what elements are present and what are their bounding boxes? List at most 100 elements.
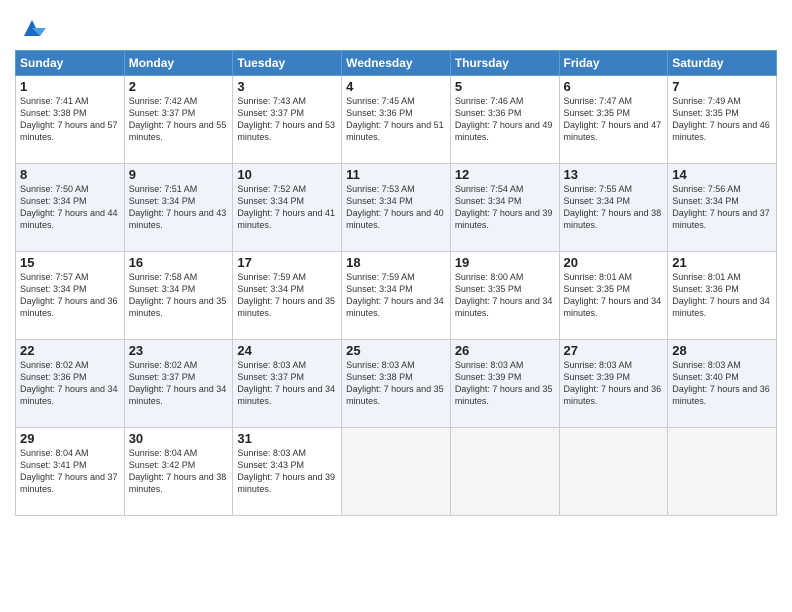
day-info: Sunrise: 7:43 AMSunset: 3:37 PMDaylight:… [237,95,337,144]
day-info: Sunrise: 8:03 AMSunset: 3:37 PMDaylight:… [237,359,337,408]
day-number: 28 [672,343,772,358]
day-info: Sunrise: 7:59 AMSunset: 3:34 PMDaylight:… [346,271,446,320]
day-number: 16 [129,255,229,270]
day-info: Sunrise: 8:03 AMSunset: 3:40 PMDaylight:… [672,359,772,408]
calendar-day-cell: 1Sunrise: 7:41 AMSunset: 3:38 PMDaylight… [16,76,125,164]
day-info: Sunrise: 8:01 AMSunset: 3:35 PMDaylight:… [564,271,664,320]
calendar-day-cell: 24Sunrise: 8:03 AMSunset: 3:37 PMDayligh… [233,340,342,428]
day-info: Sunrise: 7:53 AMSunset: 3:34 PMDaylight:… [346,183,446,232]
calendar-day-cell: 8Sunrise: 7:50 AMSunset: 3:34 PMDaylight… [16,164,125,252]
day-info: Sunrise: 7:52 AMSunset: 3:34 PMDaylight:… [237,183,337,232]
day-number: 12 [455,167,555,182]
day-info: Sunrise: 7:47 AMSunset: 3:35 PMDaylight:… [564,95,664,144]
calendar-day-cell: 22Sunrise: 8:02 AMSunset: 3:36 PMDayligh… [16,340,125,428]
day-info: Sunrise: 7:42 AMSunset: 3:37 PMDaylight:… [129,95,229,144]
logo-icon [18,14,46,42]
calendar-day-cell: 4Sunrise: 7:45 AMSunset: 3:36 PMDaylight… [342,76,451,164]
day-info: Sunrise: 8:02 AMSunset: 3:36 PMDaylight:… [20,359,120,408]
day-number: 7 [672,79,772,94]
day-info: Sunrise: 7:55 AMSunset: 3:34 PMDaylight:… [564,183,664,232]
day-info: Sunrise: 7:56 AMSunset: 3:34 PMDaylight:… [672,183,772,232]
day-info: Sunrise: 7:51 AMSunset: 3:34 PMDaylight:… [129,183,229,232]
day-info: Sunrise: 8:00 AMSunset: 3:35 PMDaylight:… [455,271,555,320]
weekday-header-monday: Monday [124,51,233,76]
day-number: 21 [672,255,772,270]
calendar-day-cell: 15Sunrise: 7:57 AMSunset: 3:34 PMDayligh… [16,252,125,340]
day-info: Sunrise: 7:49 AMSunset: 3:35 PMDaylight:… [672,95,772,144]
day-number: 22 [20,343,120,358]
day-number: 29 [20,431,120,446]
calendar-day-cell: 18Sunrise: 7:59 AMSunset: 3:34 PMDayligh… [342,252,451,340]
day-number: 23 [129,343,229,358]
calendar-day-cell: 26Sunrise: 8:03 AMSunset: 3:39 PMDayligh… [450,340,559,428]
weekday-header-wednesday: Wednesday [342,51,451,76]
day-info: Sunrise: 8:04 AMSunset: 3:42 PMDaylight:… [129,447,229,496]
day-info: Sunrise: 7:45 AMSunset: 3:36 PMDaylight:… [346,95,446,144]
day-number: 10 [237,167,337,182]
calendar-day-cell: 5Sunrise: 7:46 AMSunset: 3:36 PMDaylight… [450,76,559,164]
calendar-day-cell: 25Sunrise: 8:03 AMSunset: 3:38 PMDayligh… [342,340,451,428]
calendar-day-cell: 17Sunrise: 7:59 AMSunset: 3:34 PMDayligh… [233,252,342,340]
calendar-table: SundayMondayTuesdayWednesdayThursdayFrid… [15,50,777,516]
header [15,10,777,42]
weekday-header-row: SundayMondayTuesdayWednesdayThursdayFrid… [16,51,777,76]
day-number: 2 [129,79,229,94]
day-number: 14 [672,167,772,182]
day-number: 20 [564,255,664,270]
day-info: Sunrise: 7:46 AMSunset: 3:36 PMDaylight:… [455,95,555,144]
calendar-day-cell: 7Sunrise: 7:49 AMSunset: 3:35 PMDaylight… [668,76,777,164]
calendar-day-cell: 23Sunrise: 8:02 AMSunset: 3:37 PMDayligh… [124,340,233,428]
day-info: Sunrise: 7:59 AMSunset: 3:34 PMDaylight:… [237,271,337,320]
calendar-day-cell: 21Sunrise: 8:01 AMSunset: 3:36 PMDayligh… [668,252,777,340]
calendar-day-cell: 30Sunrise: 8:04 AMSunset: 3:42 PMDayligh… [124,428,233,516]
calendar-week-row: 8Sunrise: 7:50 AMSunset: 3:34 PMDaylight… [16,164,777,252]
calendar-day-cell: 6Sunrise: 7:47 AMSunset: 3:35 PMDaylight… [559,76,668,164]
day-info: Sunrise: 8:01 AMSunset: 3:36 PMDaylight:… [672,271,772,320]
calendar-day-cell [450,428,559,516]
day-number: 17 [237,255,337,270]
weekday-header-sunday: Sunday [16,51,125,76]
calendar-day-cell: 13Sunrise: 7:55 AMSunset: 3:34 PMDayligh… [559,164,668,252]
day-number: 9 [129,167,229,182]
day-info: Sunrise: 8:02 AMSunset: 3:37 PMDaylight:… [129,359,229,408]
day-info: Sunrise: 7:54 AMSunset: 3:34 PMDaylight:… [455,183,555,232]
weekday-header-saturday: Saturday [668,51,777,76]
calendar-day-cell: 9Sunrise: 7:51 AMSunset: 3:34 PMDaylight… [124,164,233,252]
calendar-day-cell [668,428,777,516]
calendar-day-cell: 27Sunrise: 8:03 AMSunset: 3:39 PMDayligh… [559,340,668,428]
day-number: 25 [346,343,446,358]
calendar-day-cell: 29Sunrise: 8:04 AMSunset: 3:41 PMDayligh… [16,428,125,516]
day-info: Sunrise: 8:03 AMSunset: 3:43 PMDaylight:… [237,447,337,496]
day-info: Sunrise: 7:58 AMSunset: 3:34 PMDaylight:… [129,271,229,320]
logo [15,14,46,42]
day-info: Sunrise: 8:03 AMSunset: 3:38 PMDaylight:… [346,359,446,408]
day-number: 30 [129,431,229,446]
day-number: 8 [20,167,120,182]
calendar-day-cell [559,428,668,516]
day-info: Sunrise: 7:50 AMSunset: 3:34 PMDaylight:… [20,183,120,232]
calendar-day-cell: 3Sunrise: 7:43 AMSunset: 3:37 PMDaylight… [233,76,342,164]
day-number: 27 [564,343,664,358]
calendar-day-cell: 19Sunrise: 8:00 AMSunset: 3:35 PMDayligh… [450,252,559,340]
day-number: 13 [564,167,664,182]
calendar-day-cell: 11Sunrise: 7:53 AMSunset: 3:34 PMDayligh… [342,164,451,252]
day-number: 5 [455,79,555,94]
day-info: Sunrise: 7:57 AMSunset: 3:34 PMDaylight:… [20,271,120,320]
calendar-day-cell [342,428,451,516]
weekday-header-tuesday: Tuesday [233,51,342,76]
weekday-header-friday: Friday [559,51,668,76]
day-number: 4 [346,79,446,94]
page: SundayMondayTuesdayWednesdayThursdayFrid… [0,0,792,612]
weekday-header-thursday: Thursday [450,51,559,76]
calendar-week-row: 29Sunrise: 8:04 AMSunset: 3:41 PMDayligh… [16,428,777,516]
calendar-day-cell: 31Sunrise: 8:03 AMSunset: 3:43 PMDayligh… [233,428,342,516]
day-number: 11 [346,167,446,182]
day-number: 19 [455,255,555,270]
day-info: Sunrise: 8:04 AMSunset: 3:41 PMDaylight:… [20,447,120,496]
calendar-day-cell: 12Sunrise: 7:54 AMSunset: 3:34 PMDayligh… [450,164,559,252]
calendar-day-cell: 10Sunrise: 7:52 AMSunset: 3:34 PMDayligh… [233,164,342,252]
calendar-day-cell: 2Sunrise: 7:42 AMSunset: 3:37 PMDaylight… [124,76,233,164]
calendar-day-cell: 28Sunrise: 8:03 AMSunset: 3:40 PMDayligh… [668,340,777,428]
calendar-week-row: 1Sunrise: 7:41 AMSunset: 3:38 PMDaylight… [16,76,777,164]
day-number: 1 [20,79,120,94]
